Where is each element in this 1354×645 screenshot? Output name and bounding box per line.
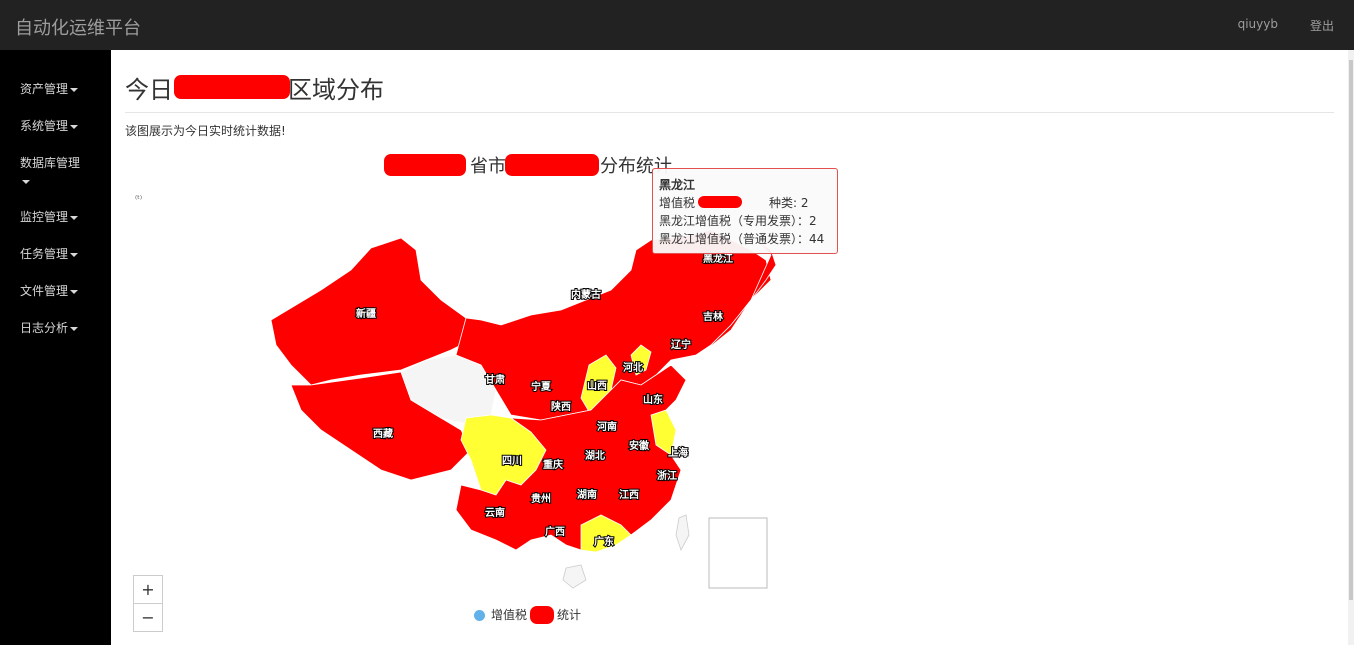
label-guizhou: 贵州 [531, 492, 551, 505]
sidebar-item-label: 数据库管理 [20, 156, 81, 170]
redaction-mark [174, 75, 290, 99]
sidebar-item-system[interactable]: 系统管理 [20, 117, 79, 135]
label-chongqing: 重庆 [543, 458, 563, 471]
label-shanxi: 山西 [587, 379, 607, 392]
zoom-in-button[interactable]: + [133, 575, 163, 604]
tooltip-line-normal: 黑龙江增值税（普通发票）：44 [659, 232, 825, 246]
label-jiangxi: 江西 [619, 488, 639, 501]
scrollbar-thumb[interactable] [1349, 60, 1353, 600]
map-tooltip: 黑龙江 增值税 种类: 2 黑龙江增值税（专用发票）：2 黑龙江增值税（普通发票）… [652, 168, 838, 254]
label-zhejiang: 浙江 [657, 469, 677, 482]
label-hubei: 湖北 [585, 449, 605, 462]
legend-label-suffix: 统计 [557, 608, 582, 622]
app-title[interactable]: 自动化运维平台 [15, 14, 141, 40]
label-hunan: 湖南 [577, 488, 597, 501]
caret-down-icon [70, 326, 79, 331]
label-hebei: 河北 [623, 361, 643, 374]
sidebar-item-label: 文件管理 [20, 284, 69, 298]
label-liaoning: 辽宁 [671, 338, 691, 351]
sidebar-item-label: 任务管理 [20, 247, 69, 261]
south-sea-inset [708, 517, 768, 589]
label-shaanxi: 陕西 [551, 400, 571, 413]
tooltip-line-type: 增值税 种类: 2 [659, 196, 809, 210]
redaction-mark [530, 606, 554, 624]
label-ningxia: 宁夏 [531, 380, 552, 393]
zoom-out-button[interactable]: − [133, 603, 163, 632]
legend-dot-icon [474, 610, 485, 621]
sidebar-item-label: 日志分析 [20, 321, 69, 335]
caret-down-icon [70, 252, 79, 257]
top-navbar: 自动化运维平台 qiuyyb 登出 [0, 0, 1354, 50]
tooltip-line-special: 黑龙江增值税（专用发票）：2 [659, 214, 817, 228]
sidebar-item-monitor[interactable]: 监控管理 [20, 208, 79, 226]
label-xinjiang: 新疆 [356, 307, 376, 320]
label-sichuan: 四川 [502, 455, 522, 467]
label-henan: 河南 [597, 420, 617, 433]
region-hainan [562, 564, 587, 589]
label-gansu: 甘肃 [485, 373, 505, 386]
sidebar: 资产管理 系统管理 数据库管理 监控管理 任务管理 文件管理 日志分析 [0, 50, 111, 645]
label-shanghai: 上海 [668, 446, 688, 459]
tooltip-title: 黑龙江 [659, 178, 696, 192]
caret-down-icon [22, 179, 30, 184]
sidebar-item-log[interactable]: 日志分析 [20, 319, 79, 337]
sidebar-item-file[interactable]: 文件管理 [20, 282, 79, 300]
legend-label-prefix: 增值税 [491, 608, 528, 622]
sidebar-item-label: 系统管理 [20, 119, 69, 133]
label-anhui: 安徽 [629, 439, 650, 452]
title-prefix: 今日 [125, 76, 173, 104]
label-xizang: 西藏 [373, 427, 393, 440]
label-guangxi: 广西 [545, 525, 565, 538]
sidebar-item-label: 监控管理 [20, 210, 69, 224]
map-legend[interactable]: 增值税 统计 [474, 606, 581, 623]
caret-down-icon [70, 124, 79, 129]
label-shandong: 山东 [643, 393, 663, 406]
caret-down-icon [70, 289, 79, 294]
page-description: 该图展示为今日实时统计数据! [125, 124, 286, 138]
region-taiwan [675, 514, 690, 552]
label-neimenggu: 内蒙古 [571, 288, 601, 301]
caret-down-icon [70, 215, 79, 220]
sidebar-item-asset[interactable]: 资产管理 [20, 80, 79, 98]
caret-down-icon [70, 87, 79, 92]
label-guangdong: 广东 [594, 535, 614, 548]
sidebar-item-database[interactable]: 数据库管理 [20, 154, 80, 190]
divider [125, 112, 1334, 113]
logout-link[interactable]: 登出 [1310, 17, 1334, 34]
user-name-link[interactable]: qiuyyb [1238, 17, 1278, 31]
sidebar-item-task[interactable]: 任务管理 [20, 245, 79, 263]
label-jilin: 吉林 [703, 310, 724, 323]
sidebar-item-label: 资产管理 [20, 82, 69, 96]
label-yunnan: 云南 [485, 506, 505, 519]
title-suffix: 区域分布 [288, 76, 384, 104]
redaction-mark [698, 196, 742, 208]
